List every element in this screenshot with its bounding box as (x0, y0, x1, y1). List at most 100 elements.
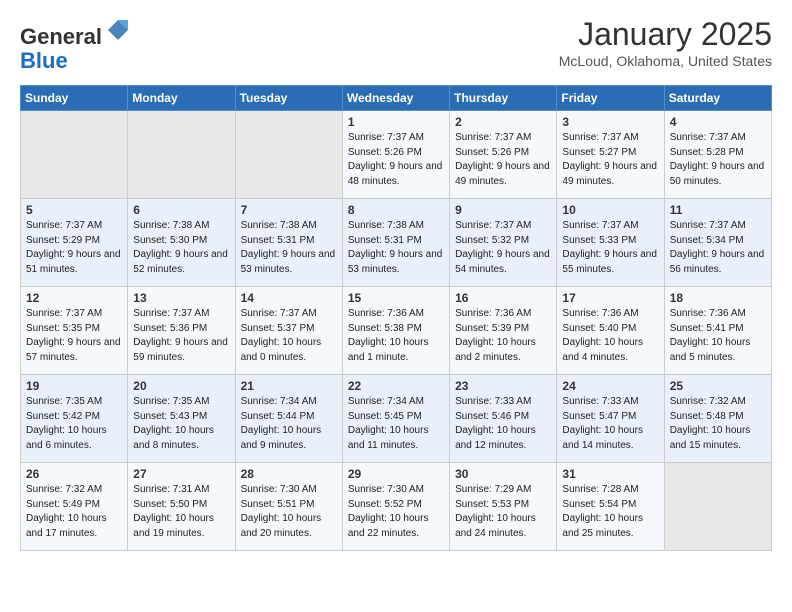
day-number: 14 (241, 291, 337, 305)
day-number: 2 (455, 115, 551, 129)
day-number: 27 (133, 467, 229, 481)
day-number: 10 (562, 203, 658, 217)
calendar-day-header: Wednesday (342, 86, 449, 111)
day-info: Sunrise: 7:30 AMSunset: 5:51 PMDaylight:… (241, 483, 337, 541)
day-number: 22 (348, 379, 444, 393)
day-number: 21 (241, 379, 337, 393)
calendar-cell (664, 463, 771, 551)
calendar-cell: 15Sunrise: 7:36 AMSunset: 5:38 PMDayligh… (342, 287, 449, 375)
page-header: General Blue January 2025 McLoud, Oklaho… (20, 16, 772, 73)
calendar-cell: 27 Sunrise: 7:31 AMSunset: 5:50 PMDayligh… (128, 463, 235, 551)
day-info: Sunrise: 7:37 AMSunset: 5:33 PMDaylight:… (562, 219, 658, 277)
day-number: 13 (133, 291, 229, 305)
day-number: 1 (348, 115, 444, 129)
day-number: 3 (562, 115, 658, 129)
day-info: Sunrise: 7:28 AMSunset: 5:54 PMDaylight:… (562, 483, 658, 541)
calendar-cell: 7 Sunrise: 7:38 AMSunset: 5:31 PMDaylight… (235, 199, 342, 287)
day-number: 6 (133, 203, 229, 217)
day-info: Sunrise: 7:38 AMSunset: 5:31 PMDaylight:… (241, 219, 337, 277)
calendar-cell: 28 Sunrise: 7:30 AMSunset: 5:51 PMDayligh… (235, 463, 342, 551)
day-number: 5 (26, 203, 122, 217)
location: McLoud, Oklahoma, United States (559, 53, 772, 69)
calendar-cell: 31Sunrise: 7:28 AMSunset: 5:54 PMDayligh… (557, 463, 664, 551)
day-info: Sunrise: 7:37 AMSunset: 5:34 PMDaylight:… (670, 219, 766, 277)
day-info: Sunrise: 7:37 AMSunset: 5:32 PMDaylight:… (455, 219, 551, 277)
day-info: Sunrise: 7:29 AMSunset: 5:53 PMDaylight:… (455, 483, 551, 541)
day-info: Sunrise: 7:33 AMSunset: 5:46 PMDaylight:… (455, 395, 551, 453)
calendar-week-row: 5 Sunrise: 7:37 AMSunset: 5:29 PMDaylight… (21, 199, 772, 287)
calendar-day-header: Tuesday (235, 86, 342, 111)
day-number: 8 (348, 203, 444, 217)
logo-blue: Blue (20, 48, 68, 73)
day-number: 12 (26, 291, 122, 305)
day-info: Sunrise: 7:32 AMSunset: 5:48 PMDaylight:… (670, 395, 766, 453)
calendar-cell (21, 111, 128, 199)
day-info: Sunrise: 7:36 AMSunset: 5:41 PMDaylight:… (670, 307, 766, 365)
day-number: 30 (455, 467, 551, 481)
calendar-cell: 23 Sunrise: 7:33 AMSunset: 5:46 PMDayligh… (450, 375, 557, 463)
calendar-day-header: Saturday (664, 86, 771, 111)
calendar-cell: 6 Sunrise: 7:38 AMSunset: 5:30 PMDaylight… (128, 199, 235, 287)
day-number: 7 (241, 203, 337, 217)
day-info: Sunrise: 7:38 AMSunset: 5:30 PMDaylight:… (133, 219, 229, 277)
calendar-cell: 18 Sunrise: 7:36 AMSunset: 5:41 PMDayligh… (664, 287, 771, 375)
day-number: 4 (670, 115, 766, 129)
logo-icon (104, 16, 132, 44)
calendar-cell: 29Sunrise: 7:30 AMSunset: 5:52 PMDayligh… (342, 463, 449, 551)
calendar-cell: 19Sunrise: 7:35 AMSunset: 5:42 PMDayligh… (21, 375, 128, 463)
day-number: 16 (455, 291, 551, 305)
calendar-header-row: SundayMondayTuesdayWednesdayThursdayFrid… (21, 86, 772, 111)
day-info: Sunrise: 7:34 AMSunset: 5:44 PMDaylight:… (241, 395, 337, 453)
day-number: 18 (670, 291, 766, 305)
calendar-cell: 25Sunrise: 7:32 AMSunset: 5:48 PMDayligh… (664, 375, 771, 463)
calendar-cell: 24Sunrise: 7:33 AMSunset: 5:47 PMDayligh… (557, 375, 664, 463)
day-info: Sunrise: 7:37 AMSunset: 5:35 PMDaylight:… (26, 307, 122, 365)
calendar-cell (235, 111, 342, 199)
calendar-cell: 12 Sunrise: 7:37 AMSunset: 5:35 PMDayligh… (21, 287, 128, 375)
day-info: Sunrise: 7:36 AMSunset: 5:38 PMDaylight:… (348, 307, 444, 365)
calendar-cell: 30 Sunrise: 7:29 AMSunset: 5:53 PMDayligh… (450, 463, 557, 551)
day-number: 29 (348, 467, 444, 481)
calendar-cell (128, 111, 235, 199)
calendar-cell: 10 Sunrise: 7:37 AMSunset: 5:33 PMDayligh… (557, 199, 664, 287)
page-container: General Blue January 2025 McLoud, Oklaho… (0, 0, 792, 561)
calendar-cell: 5 Sunrise: 7:37 AMSunset: 5:29 PMDaylight… (21, 199, 128, 287)
day-number: 9 (455, 203, 551, 217)
calendar-cell: 14 Sunrise: 7:37 AMSunset: 5:37 PMDayligh… (235, 287, 342, 375)
calendar-table: SundayMondayTuesdayWednesdayThursdayFrid… (20, 85, 772, 551)
month-title: January 2025 (559, 16, 772, 53)
calendar-cell: 2 Sunrise: 7:37 AMSunset: 5:26 PMDaylight… (450, 111, 557, 199)
day-info: Sunrise: 7:32 AMSunset: 5:49 PMDaylight:… (26, 483, 122, 541)
day-info: Sunrise: 7:37 AMSunset: 5:37 PMDaylight:… (241, 307, 337, 365)
calendar-cell: 26 Sunrise: 7:32 AMSunset: 5:49 PMDayligh… (21, 463, 128, 551)
calendar-cell: 3Sunrise: 7:37 AMSunset: 5:27 PMDaylight… (557, 111, 664, 199)
day-info: Sunrise: 7:37 AMSunset: 5:36 PMDaylight:… (133, 307, 229, 365)
calendar-cell: 16 Sunrise: 7:36 AMSunset: 5:39 PMDayligh… (450, 287, 557, 375)
calendar-cell: 1 Sunrise: 7:37 AMSunset: 5:26 PMDaylight… (342, 111, 449, 199)
title-block: January 2025 McLoud, Oklahoma, United St… (559, 16, 772, 69)
day-info: Sunrise: 7:31 AMSunset: 5:50 PMDaylight:… (133, 483, 229, 541)
day-number: 17 (562, 291, 658, 305)
day-info: Sunrise: 7:35 AMSunset: 5:42 PMDaylight:… (26, 395, 122, 453)
calendar-cell: 13 Sunrise: 7:37 AMSunset: 5:36 PMDayligh… (128, 287, 235, 375)
calendar-week-row: 19Sunrise: 7:35 AMSunset: 5:42 PMDayligh… (21, 375, 772, 463)
logo: General Blue (20, 16, 132, 73)
day-info: Sunrise: 7:36 AMSunset: 5:39 PMDaylight:… (455, 307, 551, 365)
day-info: Sunrise: 7:34 AMSunset: 5:45 PMDaylight:… (348, 395, 444, 453)
calendar-cell: 11Sunrise: 7:37 AMSunset: 5:34 PMDayligh… (664, 199, 771, 287)
day-info: Sunrise: 7:37 AMSunset: 5:26 PMDaylight:… (455, 131, 551, 189)
calendar-cell: 22 Sunrise: 7:34 AMSunset: 5:45 PMDayligh… (342, 375, 449, 463)
day-number: 24 (562, 379, 658, 393)
calendar-week-row: 26 Sunrise: 7:32 AMSunset: 5:49 PMDayligh… (21, 463, 772, 551)
day-number: 26 (26, 467, 122, 481)
day-info: Sunrise: 7:37 AMSunset: 5:29 PMDaylight:… (26, 219, 122, 277)
day-info: Sunrise: 7:37 AMSunset: 5:26 PMDaylight:… (348, 131, 444, 189)
calendar-day-header: Sunday (21, 86, 128, 111)
day-number: 28 (241, 467, 337, 481)
calendar-day-header: Thursday (450, 86, 557, 111)
day-number: 20 (133, 379, 229, 393)
day-number: 23 (455, 379, 551, 393)
day-info: Sunrise: 7:35 AMSunset: 5:43 PMDaylight:… (133, 395, 229, 453)
logo-general: General (20, 24, 102, 49)
calendar-day-header: Monday (128, 86, 235, 111)
